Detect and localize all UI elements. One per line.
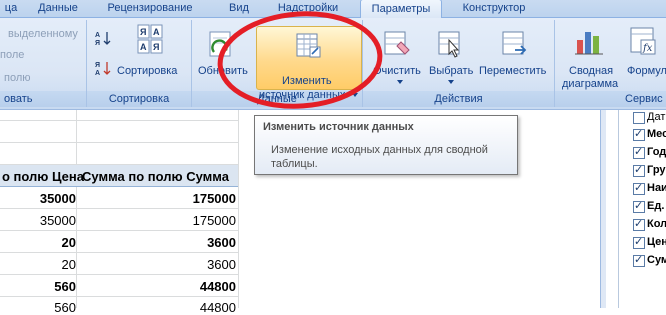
formulas-button[interactable]: Формул	[627, 65, 666, 78]
header-total-sum[interactable]: Сумма по полю Сумма	[82, 169, 229, 184]
group-service: Сводная диаграмма fx Формул Сервис	[555, 20, 666, 107]
select-icon[interactable]	[437, 30, 465, 58]
field-label: Кол	[647, 218, 666, 230]
sort-descending-icon[interactable]: Я A	[95, 60, 111, 76]
ribbon: выделенному поле полю овать A Я Я A Я A …	[0, 18, 666, 110]
cell-price[interactable]: 35000	[40, 213, 76, 228]
tab-review[interactable]: Рецензирование	[100, 0, 200, 17]
group-label-service: Сервис	[555, 91, 666, 107]
tab-designer[interactable]: Конструктор	[452, 0, 536, 17]
filter-item-by-field[interactable]: полю	[4, 72, 31, 85]
svg-text:A: A	[140, 42, 147, 52]
grid-row-divider	[0, 208, 238, 209]
filter-item-selected[interactable]: выделенному	[8, 28, 78, 41]
cell-price[interactable]: 35000	[40, 191, 76, 206]
svg-text:Я: Я	[95, 62, 100, 69]
tab-options[interactable]: Параметры	[360, 0, 442, 18]
group-label-filter: овать	[0, 91, 86, 107]
pivot-chart-icon[interactable]	[575, 26, 605, 56]
grid-row-divider	[0, 252, 238, 253]
cell-sum[interactable]: 44800	[200, 279, 236, 294]
grid-col-divider	[238, 110, 239, 308]
tab-data[interactable]: Данные	[30, 0, 86, 17]
tooltip: Изменить источник данных Изменение исход…	[254, 115, 518, 175]
group-actions: Очистить Выбрать Переместить Действия	[363, 20, 555, 107]
field-label: Наи	[647, 182, 666, 194]
field-label: Гру	[647, 164, 666, 176]
tab-partial[interactable]: ца	[0, 0, 22, 17]
cell-sum[interactable]: 3600	[207, 257, 236, 272]
field-checkbox[interactable]	[633, 181, 645, 195]
group-sort: A Я Я A Я A A Я Сортировка Сортировка	[87, 20, 192, 107]
svg-text:Я: Я	[95, 40, 100, 46]
select-dropdown-icon[interactable]	[448, 80, 454, 84]
move-icon[interactable]	[501, 30, 529, 58]
move-button[interactable]: Переместить	[479, 65, 546, 78]
group-label-actions: Действия	[363, 91, 554, 107]
cell-sum[interactable]: 3600	[207, 235, 236, 250]
field-label: Цен	[647, 236, 666, 248]
group-label-sort: Сортировка	[87, 91, 191, 107]
cell-price[interactable]: 20	[62, 235, 76, 250]
field-checkbox[interactable]	[633, 253, 645, 267]
field-checkbox[interactable]	[633, 217, 645, 231]
cell-sum[interactable]: 175000	[193, 191, 236, 206]
field-checkbox[interactable]	[633, 235, 645, 249]
clear-icon[interactable]	[383, 30, 411, 58]
group-filter: выделенному поле полю овать	[0, 20, 87, 107]
refresh-icon[interactable]	[206, 30, 234, 60]
clear-dropdown-icon[interactable]	[397, 80, 403, 84]
select-button[interactable]: Выбрать	[429, 65, 473, 78]
refresh-button[interactable]: Обновить	[198, 65, 248, 78]
change-source-label-1: Изменить	[282, 75, 332, 87]
pane-splitter[interactable]	[600, 110, 606, 308]
tab-view[interactable]: Вид	[218, 0, 260, 17]
cell-price[interactable]: 20	[62, 257, 76, 272]
field-checkbox[interactable]	[633, 112, 645, 124]
grid-col-divider	[76, 110, 77, 308]
tooltip-title: Изменить источник данных	[263, 121, 414, 133]
pivot-chart-label-2[interactable]: диаграмма	[562, 78, 618, 91]
clear-button[interactable]: Очистить	[373, 65, 421, 78]
change-data-source-icon	[296, 33, 321, 58]
field-label: Сум	[647, 254, 666, 266]
sort-icon[interactable]: Я A A Я	[137, 24, 163, 54]
field-list-pane: Дат Мес Год Гру Наи Ед. Кол Цен Сум	[618, 110, 666, 308]
svg-text:A: A	[95, 70, 100, 76]
grid-row-divider	[0, 274, 238, 275]
tab-addins[interactable]: Надстройки	[268, 0, 348, 17]
svg-text:Я: Я	[140, 27, 146, 37]
field-checkbox[interactable]	[633, 163, 645, 177]
svg-text:Я: Я	[153, 42, 159, 52]
field-label: Ед.	[647, 200, 665, 212]
dropdown-arrow-icon	[352, 93, 358, 97]
sort-button[interactable]: Сортировка	[117, 65, 177, 78]
field-label: Год	[647, 146, 666, 158]
field-checkbox[interactable]	[633, 199, 645, 213]
svg-text:A: A	[95, 32, 100, 39]
filter-item-field[interactable]: поле	[0, 49, 24, 62]
formulas-icon[interactable]: fx	[629, 26, 659, 56]
tooltip-body: Изменение исходных данных для сводной та…	[271, 144, 488, 170]
field-label: Мес	[647, 128, 666, 140]
field-label: Дат	[647, 111, 666, 123]
change-source-label-2: источник данных	[259, 89, 346, 101]
cell-sum[interactable]: 175000	[193, 213, 236, 228]
grid-row-divider	[0, 120, 238, 121]
svg-text:A: A	[153, 27, 160, 37]
pivot-chart-label-1[interactable]: Сводная	[569, 65, 613, 78]
field-checkbox[interactable]	[633, 127, 645, 141]
ribbon-tab-bar: ца Данные Рецензирование Вид Надстройки …	[0, 0, 666, 18]
header-price-sum[interactable]: о полю Цена	[2, 169, 84, 184]
svg-text:fx: fx	[642, 43, 653, 54]
grid-row-divider	[0, 296, 238, 297]
sort-ascending-icon[interactable]: A Я	[95, 30, 111, 46]
grid-row-divider	[0, 230, 238, 231]
field-checkbox[interactable]	[633, 145, 645, 159]
grid-row-divider	[0, 142, 238, 143]
cell-price[interactable]: 560	[54, 279, 76, 294]
